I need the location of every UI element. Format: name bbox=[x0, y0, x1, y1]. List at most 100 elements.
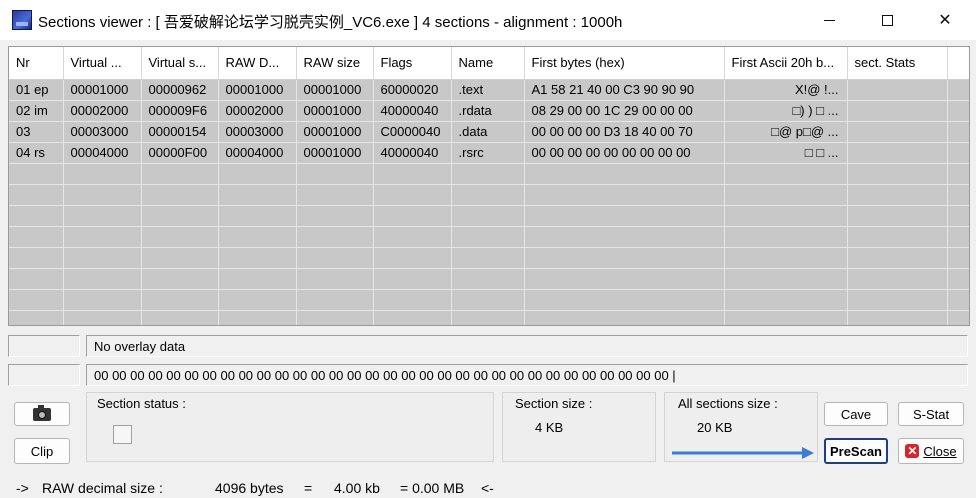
cell-name: .data bbox=[451, 121, 525, 143]
cell-nr: 04 rs bbox=[9, 142, 64, 164]
cell-name: .text bbox=[451, 79, 525, 101]
status-equals: = bbox=[304, 480, 313, 496]
empty-row bbox=[9, 163, 969, 185]
cell-flags: C0000040 bbox=[373, 121, 452, 143]
cell-filler bbox=[947, 79, 969, 101]
cell-first-ascii: □) ) □ ... bbox=[724, 100, 848, 122]
close-icon: ✕ bbox=[938, 12, 952, 29]
cell-raw-offset: 00004000 bbox=[218, 142, 297, 164]
cell-first-ascii: X!@ !... bbox=[724, 79, 848, 101]
maximize-button[interactable] bbox=[858, 0, 916, 40]
status-bytes: 4096 bytes bbox=[215, 480, 284, 496]
cell-raw-offset: 00003000 bbox=[218, 121, 297, 143]
table-row[interactable]: 03 00003000 00000154 00003000 00001000 C… bbox=[9, 121, 969, 143]
table-row[interactable]: 01 ep 00001000 00000962 00001000 0000100… bbox=[9, 79, 969, 101]
column-header-flags[interactable]: Flags bbox=[373, 47, 452, 80]
close-button[interactable]: ✕ Close bbox=[898, 438, 964, 464]
column-header-first-ascii[interactable]: First Ascii 20h b... bbox=[724, 47, 848, 80]
cell-virtual-offset: 00004000 bbox=[63, 142, 142, 164]
cell-name: .rdata bbox=[451, 100, 525, 122]
cell-first-bytes: 08 29 00 00 1C 29 00 00 00 bbox=[524, 100, 725, 122]
cell-virtual-offset: 00001000 bbox=[63, 79, 142, 101]
cell-virtual-size: 00000154 bbox=[141, 121, 219, 143]
cell-filler bbox=[947, 121, 969, 143]
cave-button[interactable]: Cave bbox=[824, 402, 888, 426]
empty-row bbox=[9, 268, 969, 290]
sections-table[interactable]: Nr Virtual ... Virtual s... RAW D... RAW… bbox=[8, 46, 970, 326]
cell-sect-stats bbox=[847, 79, 948, 101]
section-status-label: Section status : bbox=[97, 396, 186, 411]
overlay-indicator bbox=[8, 335, 80, 357]
prescan-button[interactable]: PreScan bbox=[824, 438, 888, 464]
table-row[interactable]: 04 rs 00004000 00000F00 00004000 0000100… bbox=[9, 142, 969, 164]
column-header-virtual-size[interactable]: Virtual s... bbox=[141, 47, 219, 80]
cell-virtual-size: 000009F6 bbox=[141, 100, 219, 122]
cell-virtual-size: 00000F00 bbox=[141, 142, 219, 164]
table-header: Nr Virtual ... Virtual s... RAW D... RAW… bbox=[9, 47, 969, 80]
all-sections-size-label: All sections size : bbox=[678, 396, 778, 411]
cell-raw-offset: 00002000 bbox=[218, 100, 297, 122]
hex-line-text: 00 00 00 00 00 00 00 00 00 00 00 00 00 0… bbox=[94, 368, 676, 383]
clip-button[interactable]: Clip bbox=[14, 438, 70, 464]
cell-virtual-offset: 00003000 bbox=[63, 121, 142, 143]
close-window-button[interactable]: ✕ bbox=[916, 0, 974, 40]
snapshot-button[interactable] bbox=[14, 402, 70, 426]
hex-indicator bbox=[8, 364, 80, 386]
title-bar: Sections viewer : [ 吾爱破解论坛学习脱壳实例_VC6.exe… bbox=[0, 0, 976, 40]
window-title: Sections viewer : [ 吾爱破解论坛学习脱壳实例_VC6.exe… bbox=[38, 14, 623, 31]
empty-row bbox=[9, 205, 969, 227]
minimize-button[interactable] bbox=[800, 0, 858, 40]
cell-raw-size: 00001000 bbox=[296, 100, 374, 122]
cell-nr: 02 im bbox=[9, 100, 64, 122]
cell-raw-size: 00001000 bbox=[296, 142, 374, 164]
column-header-name[interactable]: Name bbox=[451, 47, 525, 80]
cell-raw-size: 00001000 bbox=[296, 121, 374, 143]
section-status-group: Section status : bbox=[86, 392, 494, 462]
status-mb: = 0.00 MB bbox=[400, 480, 465, 496]
section-size-label: Section size : bbox=[515, 396, 593, 411]
column-header-raw-offset[interactable]: RAW D... bbox=[218, 47, 297, 80]
column-header-nr[interactable]: Nr bbox=[9, 47, 64, 80]
close-icon: ✕ bbox=[905, 444, 920, 458]
cell-virtual-offset: 00002000 bbox=[63, 100, 142, 122]
cell-first-bytes: 00 00 00 00 00 00 00 00 00 bbox=[524, 142, 725, 164]
empty-row bbox=[9, 310, 969, 325]
section-status-checkbox[interactable] bbox=[113, 425, 132, 444]
cell-nr: 01 ep bbox=[9, 79, 64, 101]
column-header-raw-size[interactable]: RAW size bbox=[296, 47, 374, 80]
close-button-label: Close bbox=[923, 443, 957, 459]
section-size-group: Section size : 4 KB bbox=[502, 392, 656, 462]
column-header-filler bbox=[947, 47, 969, 80]
cell-flags: 40000040 bbox=[373, 142, 452, 164]
empty-row bbox=[9, 247, 969, 269]
empty-row bbox=[9, 184, 969, 206]
all-sections-size-value: 20 KB bbox=[697, 420, 733, 435]
cell-first-ascii: □ □ ... bbox=[724, 142, 848, 164]
cell-flags: 60000020 bbox=[373, 79, 452, 101]
status-prefix: -> bbox=[16, 480, 29, 496]
cell-first-ascii: □@ p□@ ... bbox=[724, 121, 848, 143]
camera-icon bbox=[33, 404, 51, 421]
cell-first-bytes: 00 00 00 00 D3 18 40 00 70 bbox=[524, 121, 725, 143]
maximize-icon bbox=[881, 14, 893, 26]
cell-sect-stats bbox=[847, 121, 948, 143]
cell-nr: 03 bbox=[9, 121, 64, 143]
cell-raw-size: 00001000 bbox=[296, 79, 374, 101]
overlay-text: No overlay data bbox=[94, 339, 186, 354]
column-header-sect-stats[interactable]: sect. Stats bbox=[847, 47, 948, 80]
empty-row bbox=[9, 226, 969, 248]
minimize-icon bbox=[823, 19, 835, 21]
table-row[interactable]: 02 im 00002000 000009F6 00002000 0000100… bbox=[9, 100, 969, 122]
cell-flags: 40000040 bbox=[373, 100, 452, 122]
column-header-virtual-offset[interactable]: Virtual ... bbox=[63, 47, 142, 80]
arrow-right-icon bbox=[672, 447, 814, 459]
s-stat-button[interactable]: S-Stat bbox=[898, 402, 964, 426]
status-suffix: <- bbox=[481, 480, 494, 496]
cell-name: .rsrc bbox=[451, 142, 525, 164]
app-icon bbox=[12, 10, 32, 30]
cell-virtual-size: 00000962 bbox=[141, 79, 219, 101]
status-label: RAW decimal size : bbox=[42, 480, 163, 496]
empty-row bbox=[9, 289, 969, 311]
cell-raw-offset: 00001000 bbox=[218, 79, 297, 101]
column-header-first-bytes[interactable]: First bytes (hex) bbox=[524, 47, 725, 80]
